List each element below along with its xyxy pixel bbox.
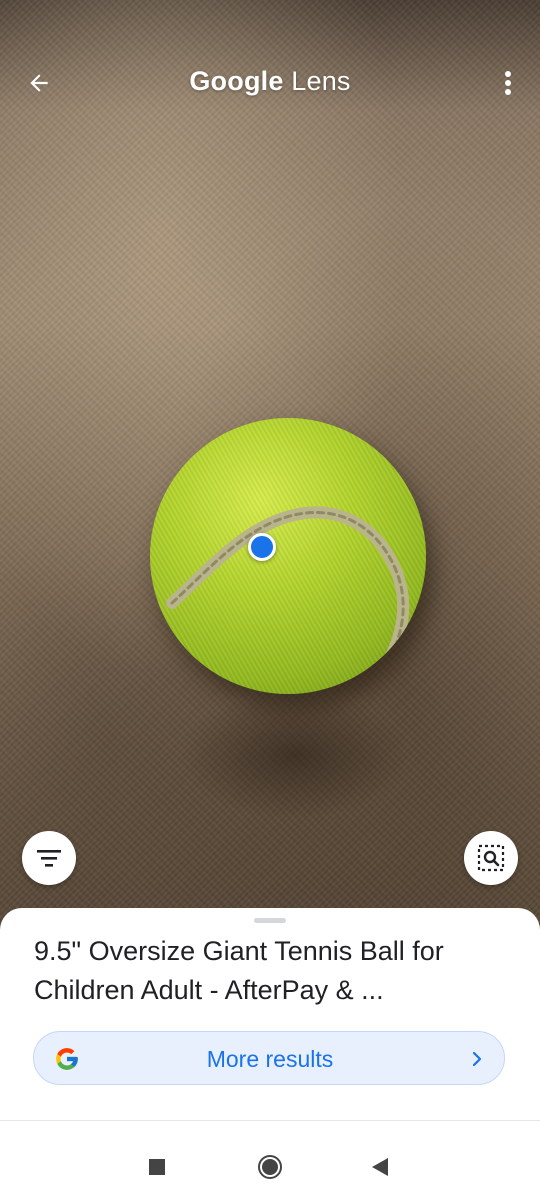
square-icon	[149, 1159, 165, 1175]
system-back-button[interactable]	[360, 1152, 400, 1182]
app-title: Google Lens	[0, 66, 540, 97]
region-search-button[interactable]	[464, 831, 518, 885]
app-title-brand: Google	[189, 66, 284, 96]
overflow-menu-button[interactable]	[496, 62, 520, 104]
ball-shadow	[180, 690, 410, 820]
more-results-label: More results	[206, 1046, 334, 1072]
system-navigation-bar	[0, 1134, 540, 1200]
filter-button[interactable]	[22, 831, 76, 885]
result-title[interactable]: 9.5" Oversize Giant Tennis Ball for Chil…	[34, 932, 514, 1010]
focus-point-dot[interactable]	[248, 533, 276, 561]
tennis-ball-image[interactable]	[150, 418, 426, 694]
ball-seam	[166, 506, 410, 664]
app-title-product: Lens	[291, 66, 351, 96]
home-button[interactable]	[250, 1152, 290, 1182]
chevron-right-icon	[472, 1051, 482, 1067]
more-results-button[interactable]: More results	[33, 1031, 505, 1085]
divider	[0, 1120, 540, 1121]
filter-icon	[37, 850, 61, 867]
triangle-back-icon	[372, 1158, 388, 1176]
circle-icon	[258, 1155, 282, 1179]
lens-screen: Google Lens 9.5" Oversize Giant Tennis B…	[0, 0, 540, 1200]
more-vert-icon	[505, 71, 511, 95]
region-search-icon	[477, 844, 505, 872]
sheet-drag-handle[interactable]	[254, 918, 286, 923]
camera-viewfinder[interactable]	[0, 0, 540, 930]
recents-button[interactable]	[137, 1152, 177, 1182]
top-app-bar: Google Lens	[0, 50, 540, 116]
results-bottom-sheet[interactable]: 9.5" Oversize Giant Tennis Ball for Chil…	[0, 908, 540, 1122]
